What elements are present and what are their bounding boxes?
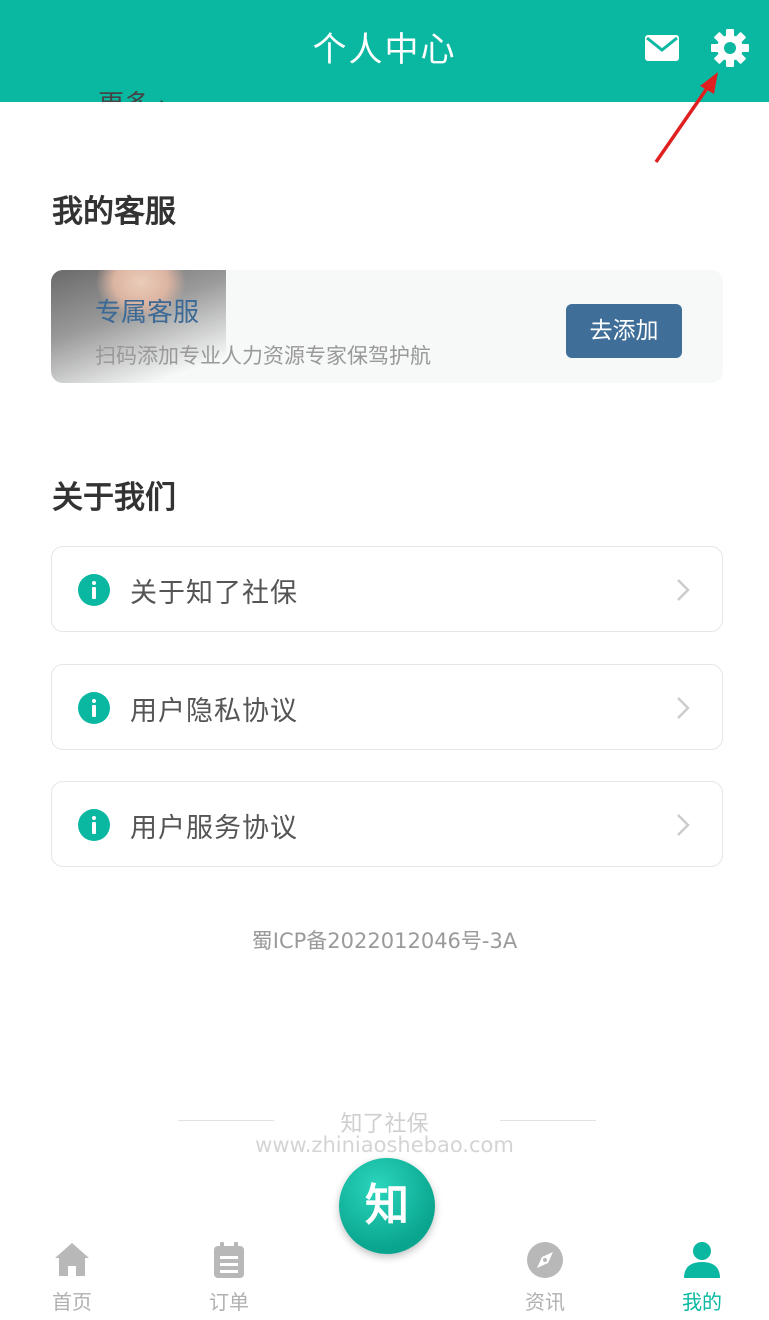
info-icon — [78, 692, 110, 724]
center-button-glyph: 知 — [365, 1180, 409, 1231]
tab-orders[interactable]: 订单 — [179, 1240, 279, 1315]
tab-news[interactable]: 资讯 — [495, 1240, 595, 1315]
home-icon — [55, 1243, 89, 1276]
clipboard-icon — [214, 1242, 244, 1278]
about-item-privacy[interactable]: 用户隐私协议 — [51, 664, 723, 750]
watermark-url: www.zhiniaoshebao.com — [255, 1133, 514, 1157]
info-icon — [78, 809, 110, 841]
about-item-label: 关于知了社保 — [130, 578, 298, 609]
tab-news-label: 资讯 — [525, 1290, 565, 1314]
partial-more-row: 更多 › — [98, 84, 169, 102]
about-item-about-us[interactable]: 关于知了社保 — [51, 546, 723, 632]
tab-home[interactable]: 首页 — [22, 1240, 122, 1315]
chevron-right-icon — [677, 579, 690, 601]
user-icon — [684, 1242, 720, 1278]
tab-home-label: 首页 — [52, 1290, 92, 1314]
annotation-arrow — [654, 72, 718, 163]
compass-icon — [527, 1242, 563, 1278]
about-item-label: 用户隐私协议 — [130, 696, 298, 727]
about-item-terms[interactable]: 用户服务协议 — [51, 781, 723, 867]
service-card-desc: 扫码添加专业人力资源专家保驾护航 — [95, 344, 431, 368]
mail-icon[interactable] — [644, 32, 680, 64]
icp-license: 蜀ICP备2022012046号-3A — [251, 929, 518, 953]
service-card-title: 专属客服 — [95, 298, 200, 328]
about-item-label: 用户服务协议 — [130, 813, 298, 844]
info-icon — [78, 574, 110, 606]
center-home-button[interactable]: 知 — [339, 1158, 435, 1254]
chevron-right-icon — [677, 814, 690, 836]
gear-icon[interactable] — [710, 28, 750, 68]
service-section-title: 我的客服 — [52, 194, 176, 230]
tab-mine[interactable]: 我的 — [652, 1240, 752, 1315]
service-card: 专属客服 扫码添加专业人力资源专家保驾护航 去添加 — [51, 270, 723, 383]
add-service-button[interactable]: 去添加 — [566, 304, 682, 358]
chevron-right-icon — [677, 697, 690, 719]
tab-mine-label: 我的 — [682, 1290, 722, 1314]
tab-orders-label: 订单 — [209, 1290, 249, 1314]
about-section-title: 关于我们 — [52, 480, 176, 516]
